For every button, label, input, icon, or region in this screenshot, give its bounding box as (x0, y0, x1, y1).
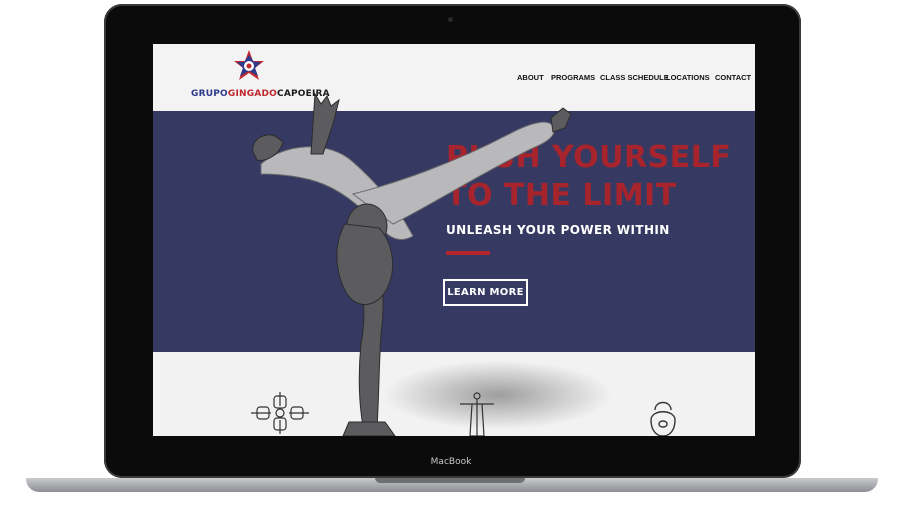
nav-class-schedule[interactable]: CLASS SCHEDULE (600, 73, 669, 82)
nav-programs[interactable]: PROGRAMS (551, 73, 595, 82)
star-emblem-icon[interactable] (233, 50, 265, 84)
christ-statue-icon (460, 392, 494, 436)
macbook-label: MacBook (430, 457, 472, 467)
hero-section: PUSH YOURSELF TO THE LIMIT UNLEASH YOUR … (153, 111, 755, 352)
features-section (153, 352, 755, 436)
hands-circle-icon (251, 392, 309, 434)
camera-icon (448, 17, 453, 22)
kettlebell-icon (650, 401, 676, 436)
laptop-notch (375, 478, 525, 483)
nav-contact[interactable]: CONTACT (715, 73, 751, 82)
logo-text-grupo: GRUPO (191, 89, 228, 99)
site-logo[interactable]: GRUPOGINGADOCAPOEIRA (191, 89, 330, 99)
logo-text-gingado: GINGADO (227, 89, 278, 99)
hero-title-line1: PUSH YOURSELF (446, 140, 732, 175)
athlete-shadow (383, 360, 613, 430)
site-header: GRUPOGINGADOCAPOEIRA ABOUT PROGRAMS CLAS… (153, 44, 755, 111)
hero-divider (446, 251, 490, 255)
nav-locations[interactable]: LOCATIONS (666, 73, 710, 82)
hero-title-line2: TO THE LIMIT (446, 178, 677, 213)
hero-subtitle: UNLEASH YOUR POWER WITHIN (446, 223, 670, 237)
nav-about[interactable]: ABOUT (517, 73, 544, 82)
learn-more-button[interactable]: LEARN MORE (443, 279, 528, 306)
logo-text-capoeira: CAPOEIRA (277, 89, 330, 99)
website-screen: GRUPOGINGADOCAPOEIRA ABOUT PROGRAMS CLAS… (153, 44, 755, 436)
